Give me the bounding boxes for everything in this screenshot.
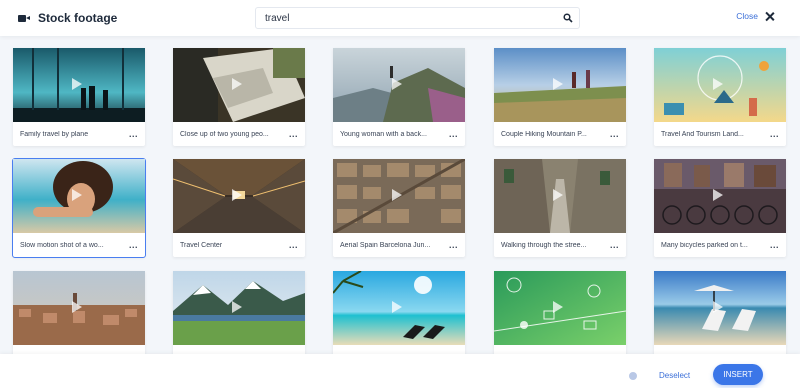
close-button[interactable]: Close [736,11,774,21]
play-icon [72,301,82,313]
play-icon [72,189,82,201]
more-options-icon[interactable]: ... [770,130,779,139]
play-icon [553,189,563,201]
footage-card[interactable]: ... [494,271,626,354]
thumbnail [494,48,626,122]
footage-grid: Family travel by plane... Close up of tw… [0,36,800,354]
play-icon [232,189,242,201]
thumbnail [333,48,465,122]
clip-title: Couple Hiking Mountain P... [501,130,587,138]
play-icon [553,301,563,313]
info-icon[interactable] [629,372,637,380]
more-options-icon[interactable]: ... [610,130,619,139]
play-icon [713,189,723,201]
footage-card[interactable]: Young woman with a back...... [333,48,465,146]
more-options-icon[interactable]: ... [129,241,138,250]
more-options-icon[interactable]: ... [129,130,138,139]
close-icon [765,12,774,21]
play-icon [72,78,82,90]
header-bar: Stock footage Close [0,0,800,36]
clip-title: Young woman with a back... [340,130,427,138]
footage-card[interactable]: Aerial Spain Barcelona Jun...... [333,159,465,257]
footage-card[interactable]: ... [654,271,786,354]
play-icon [232,301,242,313]
clip-title: Travel Center [180,241,223,249]
play-icon [232,78,242,90]
thumbnail [494,271,626,345]
more-options-icon[interactable]: ... [770,241,779,250]
play-icon [392,189,402,201]
footage-card[interactable]: ... [333,271,465,354]
clip-title: Family travel by plane [20,130,89,138]
clip-title: Walking through the stree... [501,241,587,249]
footage-card[interactable]: Couple Hiking Mountain P...... [494,48,626,146]
thumbnail [13,271,145,345]
play-icon [713,78,723,90]
footage-card[interactable]: Travel And Tourism Land...... [654,48,786,146]
more-options-icon[interactable]: ... [610,241,619,250]
thumbnail [494,159,626,233]
thumbnail [654,48,786,122]
thumbnail [173,159,305,233]
more-options-icon[interactable]: ... [449,130,458,139]
title-group: Stock footage [18,10,117,26]
insert-button[interactable]: INSERT [713,364,763,385]
footage-card[interactable]: Travel Center... [173,159,305,257]
clip-title: Close up of two young peo... [180,130,269,138]
search-box[interactable] [255,7,580,29]
footage-card-selected[interactable]: Slow motion shot of a wo...... [12,158,146,258]
play-icon [392,78,402,90]
footage-card[interactable]: Walking through the stree...... [494,159,626,257]
play-icon [553,78,563,90]
play-icon [713,301,723,313]
footage-card[interactable]: ... [173,271,305,354]
page-title: Stock footage [38,11,118,25]
play-icon [392,301,402,313]
search-icon[interactable] [563,13,573,23]
clip-title: Many bicycles parked on t... [661,241,748,249]
clip-title: Travel And Tourism Land... [661,130,744,138]
footage-card[interactable]: ... [13,271,145,354]
search-input[interactable] [256,8,556,28]
thumbnail [173,48,305,122]
thumbnail [333,271,465,345]
clip-title: Aerial Spain Barcelona Jun... [340,241,431,249]
footage-card[interactable]: Close up of two young peo...... [173,48,305,146]
more-options-icon[interactable]: ... [289,130,298,139]
deselect-button[interactable]: Deselect [659,371,690,380]
more-options-icon[interactable]: ... [449,241,458,250]
thumbnail [13,159,145,233]
thumbnail [333,159,465,233]
footage-card[interactable]: Many bicycles parked on t...... [654,159,786,257]
thumbnail [654,159,786,233]
video-camera-icon [18,14,30,23]
close-label: Close [736,11,758,21]
footage-card[interactable]: Family travel by plane... [13,48,145,146]
clip-title: Slow motion shot of a wo... [20,241,104,249]
thumbnail [654,271,786,345]
thumbnail [13,48,145,122]
thumbnail [173,271,305,345]
more-options-icon[interactable]: ... [289,241,298,250]
